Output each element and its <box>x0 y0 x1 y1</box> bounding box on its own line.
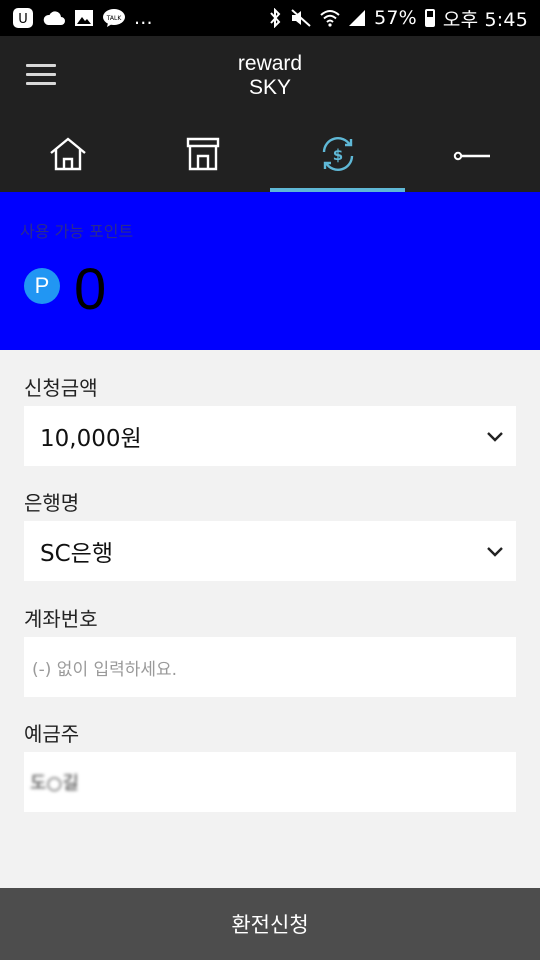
app-title-line1: reward <box>237 52 303 75</box>
svg-text:TALK: TALK <box>106 15 123 22</box>
tab-home[interactable] <box>0 120 135 192</box>
battery-icon <box>424 9 435 27</box>
bank-value: SC은행 <box>40 541 113 567</box>
gallery-icon <box>74 9 94 27</box>
status-bar-right: 57% 오후 5:45 <box>268 5 528 32</box>
app-title: reward SKY <box>0 52 540 100</box>
wifi-icon <box>320 9 340 27</box>
holder-label: 예금주 <box>24 722 80 746</box>
tab-key[interactable] <box>405 120 540 192</box>
key-icon <box>453 147 493 166</box>
tab-bar: $ <box>0 120 540 192</box>
app-title-line2: SKY <box>248 76 292 99</box>
battery-percent: 57% <box>374 7 417 29</box>
clock: 오후 5:45 <box>442 8 528 31</box>
store-icon <box>184 136 222 176</box>
holder-value: 도○길 <box>30 773 79 794</box>
notification-more: ... <box>134 7 153 29</box>
exchange-form: 신청금액 10,000원 은행명 SC은행 계좌번호 (-) 없이 입력하세요.… <box>0 350 540 888</box>
account-input[interactable]: (-) 없이 입력하세요. <box>24 637 516 697</box>
points-value: 0 <box>74 257 107 322</box>
app-bar: reward SKY <box>0 36 540 120</box>
account-placeholder: (-) 없이 입력하세요. <box>32 659 178 680</box>
u-plus-icon: U <box>12 7 34 29</box>
holder-input[interactable]: 도○길 <box>24 752 516 812</box>
bluetooth-icon <box>268 8 282 28</box>
amount-value: 10,000원 <box>40 426 142 452</box>
home-icon <box>49 136 87 176</box>
status-bar: U TALK ... 57% 오후 5:45 <box>0 0 540 36</box>
bank-select[interactable]: SC은행 <box>24 521 516 581</box>
amount-select[interactable]: 10,000원 <box>24 406 516 466</box>
points-panel: 사용 가능 포인트 P 0 <box>0 192 540 350</box>
chevron-down-icon <box>486 543 504 562</box>
svg-text:$: $ <box>332 146 342 164</box>
kakaotalk-icon: TALK <box>102 8 126 28</box>
chevron-down-icon <box>486 428 504 447</box>
bank-label: 은행명 <box>24 491 80 515</box>
cloud-icon <box>42 9 66 27</box>
exchange-icon: $ <box>318 134 358 178</box>
exchange-submit-button[interactable]: 환전신청 <box>0 888 540 960</box>
mute-icon <box>290 8 312 28</box>
tab-exchange[interactable]: $ <box>270 120 405 192</box>
account-label: 계좌번호 <box>24 607 98 631</box>
status-bar-left: U TALK ... <box>12 7 153 29</box>
signal-icon <box>348 9 366 27</box>
tab-store[interactable] <box>135 120 270 192</box>
svg-text:U: U <box>18 12 28 27</box>
point-badge-icon: P <box>24 268 60 304</box>
amount-label: 신청금액 <box>24 376 98 400</box>
points-label: 사용 가능 포인트 <box>20 222 134 241</box>
